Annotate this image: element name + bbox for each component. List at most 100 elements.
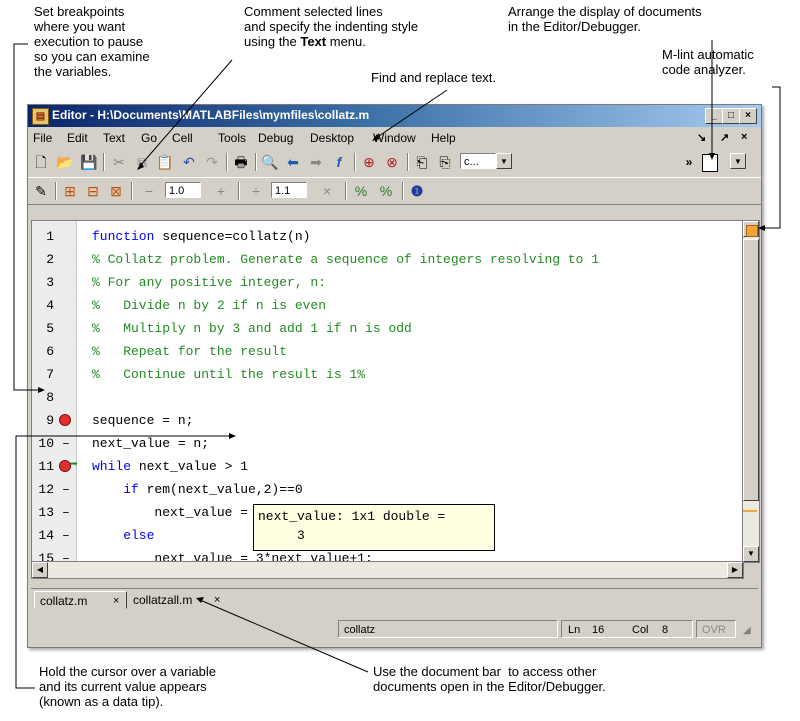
code-line[interactable]: 6 % Repeat for the result bbox=[32, 340, 743, 363]
copy-icon[interactable]: ⧉ bbox=[133, 153, 151, 171]
document-layout-icon[interactable] bbox=[702, 154, 718, 172]
multiplier-value-field[interactable]: 1.1 bbox=[271, 182, 307, 198]
stack-dropdown[interactable]: c... bbox=[460, 153, 496, 169]
scroll-thumb[interactable] bbox=[743, 239, 759, 501]
scroll-left-icon[interactable]: ◀ bbox=[32, 562, 48, 578]
separator bbox=[354, 153, 356, 171]
window-title: Editor - H:\Documents\MATLABFiles\mymfil… bbox=[52, 108, 370, 122]
undock-icon[interactable]: ↘ bbox=[697, 131, 706, 144]
cell-icon[interactable]: ⊟ bbox=[84, 182, 102, 200]
comment-callout: Comment selected lines and specify the i… bbox=[244, 4, 418, 49]
code-line[interactable]: 3 % For any positive integer, n: bbox=[32, 271, 743, 294]
code-line[interactable]: 5 % Multiply n by 3 and add 1 if n is odd bbox=[32, 317, 743, 340]
executable-line-marker[interactable]: – bbox=[62, 528, 70, 543]
code-line[interactable]: 10– next_value = n; bbox=[32, 432, 743, 455]
title-bar[interactable]: ▤ Editor - H:\Documents\MATLABFiles\mymf… bbox=[28, 105, 761, 127]
close-button[interactable]: × bbox=[739, 108, 757, 124]
breakpoint-icon[interactable] bbox=[59, 414, 71, 426]
doc-tab-collatzall[interactable]: collatzall.m × bbox=[128, 591, 229, 609]
decrement-icon[interactable]: − bbox=[140, 182, 158, 200]
doc-tab-collatz[interactable]: collatz.m × bbox=[34, 591, 127, 609]
maximize-button[interactable]: □ bbox=[722, 108, 740, 124]
undo-icon[interactable]: ↶ bbox=[180, 153, 198, 171]
new-file-icon[interactable]: 🗋 bbox=[32, 153, 50, 171]
code-line[interactable]: 11 ➡ while next_value > 1 bbox=[32, 455, 743, 478]
menu-tools[interactable]: Tools bbox=[218, 131, 246, 145]
cut-icon[interactable]: ✂ bbox=[110, 153, 128, 171]
docbar-callout: Use the document bar to access other doc… bbox=[373, 664, 606, 694]
set-breakpoint-icon[interactable]: ⊕ bbox=[360, 153, 378, 171]
code-line[interactable]: 4 % Divide n by 2 if n is even bbox=[32, 294, 743, 317]
close-doc-icon[interactable]: × bbox=[741, 131, 747, 143]
step-in-icon[interactable]: ⎘ bbox=[436, 153, 454, 171]
decrement-value-field[interactable]: 1.0 bbox=[165, 182, 201, 198]
separator bbox=[255, 153, 257, 171]
layout-chevron-down-icon[interactable]: ▼ bbox=[730, 153, 746, 169]
code-text: else bbox=[92, 528, 154, 543]
mlint-indicator[interactable] bbox=[746, 225, 758, 237]
executable-line-marker[interactable]: – bbox=[62, 505, 70, 520]
chevron-down-icon[interactable]: ▼ bbox=[496, 153, 512, 169]
toolbar-overflow-icon[interactable]: » bbox=[680, 153, 698, 171]
open-folder-icon[interactable]: 📂 bbox=[56, 153, 74, 171]
paste-icon[interactable]: 📋 bbox=[156, 153, 174, 171]
code-line[interactable]: 1 function sequence=collatz(n) bbox=[32, 225, 743, 248]
divide-icon[interactable]: ÷ bbox=[247, 182, 265, 200]
increment-icon[interactable]: + bbox=[212, 182, 230, 200]
line-number: 3 bbox=[46, 275, 54, 290]
menu-go[interactable]: Go bbox=[141, 131, 157, 145]
mlint-leader bbox=[762, 86, 781, 229]
help-icon[interactable]: ❶ bbox=[408, 182, 426, 200]
doc-tab-label: collatz.m bbox=[40, 594, 88, 608]
executable-line-marker[interactable]: – bbox=[62, 482, 70, 497]
close-tab-icon[interactable]: × bbox=[214, 591, 220, 609]
print-icon[interactable]: 🖶 bbox=[232, 153, 250, 171]
menu-edit[interactable]: Edit bbox=[67, 131, 88, 145]
forward-icon[interactable]: ➡ bbox=[307, 153, 325, 171]
mlint-warning-marker[interactable] bbox=[743, 510, 757, 512]
find-icon[interactable]: 🔍 bbox=[261, 153, 279, 171]
menu-desktop[interactable]: Desktop bbox=[310, 131, 354, 145]
cell-eval-icon[interactable]: ✎ bbox=[32, 182, 50, 200]
comment-callout-text-end: menu. bbox=[326, 34, 366, 49]
redo-icon[interactable]: ↷ bbox=[203, 153, 221, 171]
back-icon[interactable]: ⬅ bbox=[284, 153, 302, 171]
step-icon[interactable]: ⎗ bbox=[413, 153, 431, 171]
horizontal-scrollbar[interactable]: ◀ ▶ bbox=[31, 561, 744, 579]
menu-file[interactable]: File bbox=[33, 131, 52, 145]
multiply-icon[interactable]: × bbox=[318, 182, 336, 200]
code-line[interactable]: 7 % Continue until the result is 1% bbox=[32, 363, 743, 386]
code-text: % Continue until the result is 1% bbox=[92, 367, 366, 382]
code-rest: rem(next_value,2)==0 bbox=[138, 482, 303, 497]
save-icon[interactable]: 💾 bbox=[80, 153, 98, 171]
scroll-right-icon[interactable]: ▶ bbox=[727, 562, 743, 578]
uncomment-icon[interactable]: % bbox=[377, 182, 395, 200]
code-line[interactable]: 9 sequence = n; bbox=[32, 409, 743, 432]
find-callout: Find and replace text. bbox=[371, 70, 497, 85]
comment-callout-bold: Text bbox=[300, 34, 327, 49]
menu-cell[interactable]: Cell bbox=[172, 131, 193, 145]
executable-line-marker[interactable]: – bbox=[62, 436, 70, 451]
minimize-button[interactable]: _ bbox=[705, 108, 723, 124]
code-line[interactable]: 2 % Collatz problem. Generate a sequence … bbox=[32, 248, 743, 271]
code-editor[interactable]: 1 function sequence=collatz(n) 2 % Collatz … bbox=[31, 220, 744, 563]
function-icon[interactable]: f bbox=[330, 153, 348, 171]
clear-breakpoints-icon[interactable]: ⊗ bbox=[383, 153, 401, 171]
menu-help[interactable]: Help bbox=[431, 131, 456, 145]
menu-debug[interactable]: Debug bbox=[258, 131, 293, 145]
close-tab-icon[interactable]: × bbox=[113, 592, 119, 610]
code-line[interactable]: 8 bbox=[32, 386, 743, 409]
code-text: function sequence=collatz(n) bbox=[92, 229, 310, 244]
code-text: % For any positive integer, n: bbox=[92, 275, 327, 290]
menu-text[interactable]: Text bbox=[103, 131, 125, 145]
menu-window[interactable]: Window bbox=[373, 131, 416, 145]
scroll-down-icon[interactable]: ▼ bbox=[743, 546, 759, 562]
line-number: 2 bbox=[46, 252, 54, 267]
comment-icon[interactable]: % bbox=[352, 182, 370, 200]
dock-icon[interactable]: ↗ bbox=[720, 131, 729, 144]
insert-cell-icon[interactable]: ⊞ bbox=[61, 182, 79, 200]
line-number: 10 bbox=[38, 436, 54, 451]
cell-icon-2[interactable]: ⊠ bbox=[107, 182, 125, 200]
code-line[interactable]: 12– if rem(next_value,2)==0 bbox=[32, 478, 743, 501]
resize-grip-icon[interactable]: ◢ bbox=[743, 625, 751, 636]
